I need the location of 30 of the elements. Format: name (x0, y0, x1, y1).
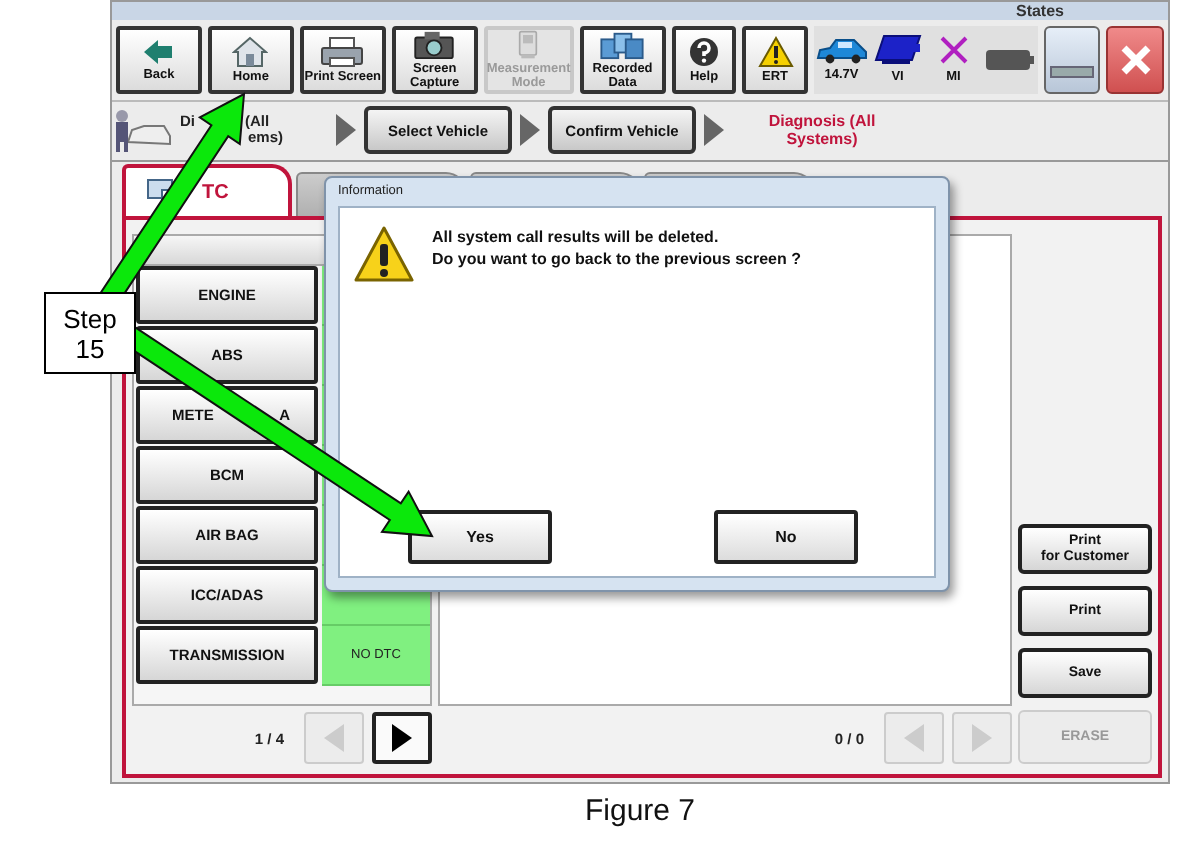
chevron-icon (704, 114, 724, 147)
breadcrumb-target: Diagnosis (All Systems) (766, 112, 878, 149)
next-button[interactable] (372, 712, 432, 764)
printer-icon (320, 35, 365, 68)
battery-icon (983, 47, 1036, 72)
title-label: States (1015, 2, 1064, 20)
meter-icon (514, 29, 543, 60)
right-triangle-icon (968, 722, 996, 754)
camera-icon (412, 29, 457, 60)
dialog-message: All system call results will be deleted. Do you want to go back to the previous screen ? (432, 226, 801, 270)
dialog-button[interactable]: No (714, 510, 858, 564)
back-arrow-icon (142, 37, 175, 66)
car-icon (815, 36, 868, 65)
minimize-button[interactable] (1043, 25, 1101, 94)
close-icon (1117, 41, 1154, 78)
step-label: Step 15 (61, 303, 119, 363)
figure-caption: Figure 7 (582, 794, 698, 828)
warning-icon (757, 35, 794, 68)
interface-device-icon (873, 34, 922, 67)
data-files-icon (598, 29, 647, 60)
close-button[interactable] (1106, 25, 1164, 94)
technician-car-icon (116, 110, 171, 153)
left-triangle-icon (320, 722, 348, 754)
right-triangle-icon (388, 722, 416, 754)
dialog-button[interactable]: Yes (408, 510, 552, 564)
cross-icon (937, 34, 970, 67)
help-icon (688, 35, 721, 68)
house-icon (232, 35, 269, 68)
left-triangle-icon (900, 722, 928, 754)
warning-icon (352, 224, 416, 284)
